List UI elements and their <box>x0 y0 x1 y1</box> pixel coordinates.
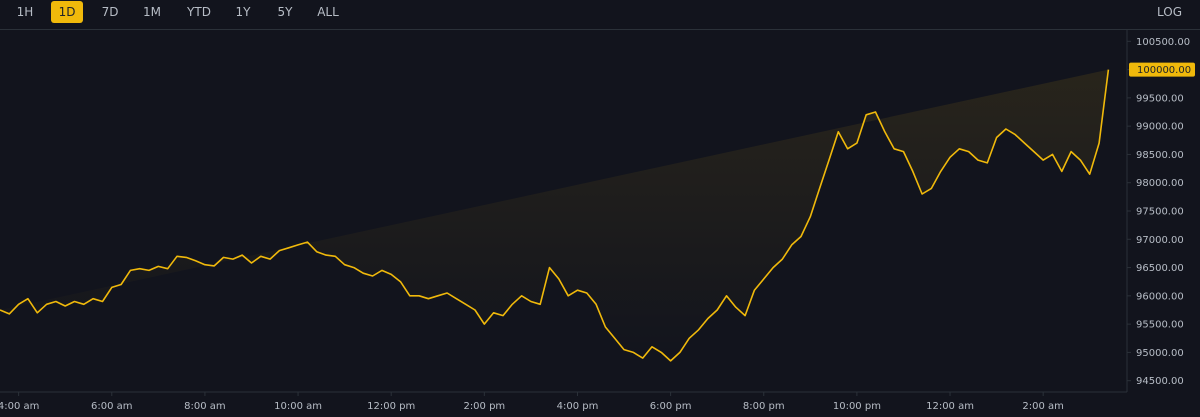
price-chart[interactable]: 100500.00 99500.00 99000.00 98500.00 98000.0… <box>0 0 1200 417</box>
y-tick-label: 96500.00 <box>1136 263 1184 274</box>
x-tick-label: 10:00 pm <box>833 401 881 412</box>
x-tick-label: 6:00 pm <box>650 401 692 412</box>
x-axis-ticks: 4:00 am 6:00 am 8:00 am 10:00 am 12:00 pm 2:0… <box>0 392 1064 412</box>
y-tick-label: 100500.00 <box>1136 37 1190 48</box>
y-tick-label: 97500.00 <box>1136 207 1184 218</box>
current-price-value: 100000.00 <box>1137 65 1191 76</box>
y-tick-label: 96000.00 <box>1136 291 1184 302</box>
x-tick-label: 4:00 pm <box>557 401 599 412</box>
x-tick-label: 8:00 am <box>184 401 226 412</box>
x-tick-label: 12:00 am <box>926 401 974 412</box>
x-tick-label: 12:00 pm <box>367 401 415 412</box>
current-price-tag: 100000.00 <box>1129 62 1195 77</box>
y-tick-label: 95500.00 <box>1136 320 1184 331</box>
x-tick-label: 8:00 pm <box>743 401 785 412</box>
y-axis-ticks: 100500.00 99500.00 99000.00 98500.00 98000.0… <box>1127 37 1190 387</box>
x-tick-label: 4:00 am <box>0 401 39 412</box>
x-tick-label: 2:00 pm <box>463 401 505 412</box>
x-tick-label: 6:00 am <box>91 401 133 412</box>
y-tick-label: 99000.00 <box>1136 122 1184 133</box>
y-tick-label: 97000.00 <box>1136 235 1184 246</box>
y-tick-label: 98500.00 <box>1136 150 1184 161</box>
y-tick-label: 99500.00 <box>1136 93 1184 104</box>
x-tick-label: 10:00 am <box>274 401 322 412</box>
x-tick-label: 2:00 am <box>1022 401 1064 412</box>
y-tick-label: 98000.00 <box>1136 178 1184 189</box>
y-tick-label: 95000.00 <box>1136 348 1184 359</box>
y-tick-label: 94500.00 <box>1136 376 1184 387</box>
price-area-fill <box>0 69 1109 361</box>
